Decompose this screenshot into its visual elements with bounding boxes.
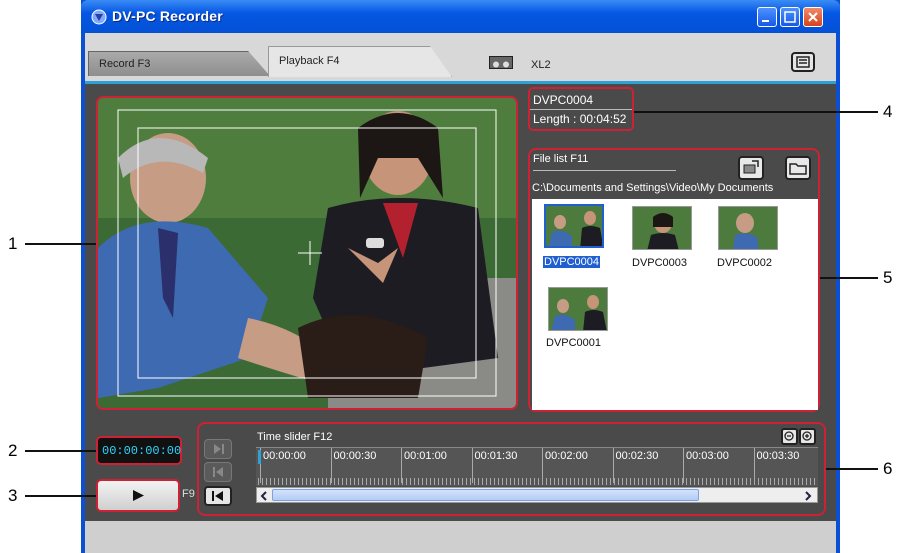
import-button[interactable] [738,156,764,180]
clip-label[interactable]: DVPC0003 [632,257,687,269]
tick-label: 00:00:30 [333,450,377,462]
scrollbar-thumb[interactable] [272,489,699,501]
import-icon [743,160,759,174]
zoom-in-button[interactable] [799,428,816,445]
time-ruler [258,478,818,485]
time-slider-label: Time slider F12 [257,431,333,443]
file-list-path: C:\Documents and Settings\Video\My Docum… [532,182,774,194]
callout-number: 3 [8,486,18,505]
callout-number: 5 [883,268,893,287]
folder-icon [789,163,807,175]
play-shortcut: F9 [182,488,195,500]
video-frame-image [98,98,516,408]
clip-thumbnail[interactable] [632,206,692,250]
tick-label: 00:02:30 [615,450,659,462]
tab-playback[interactable]: Playback F4 [268,46,452,77]
callout-number: 4 [883,102,893,121]
minimize-button[interactable] [757,7,777,27]
callout-line [820,277,878,279]
callout-line [634,111,878,113]
file-list-label: File list F11 [533,153,589,165]
tick-mark [471,448,473,483]
tick-label: 00:00:00 [263,450,306,462]
status-bar [85,521,836,553]
clip-thumbnail[interactable] [544,204,604,248]
maximize-icon [784,11,796,23]
clip-thumbnail[interactable] [718,206,778,250]
clip-label[interactable]: DVPC0001 [546,337,601,349]
device-label: XL2 [531,59,551,71]
clip-label[interactable]: DVPC0004 [543,256,601,268]
tick-mark [753,448,755,483]
clip-label[interactable]: DVPC0002 [717,257,772,269]
tape-icon [489,56,513,69]
maximize-button[interactable] [780,7,800,27]
timecode-value: 00:00:00:00 [102,444,182,458]
list-settings-icon [796,56,810,68]
tick-label: 00:03:00 [686,450,729,462]
callout-line [25,450,96,452]
tick-mark [542,448,543,483]
tick-label: 00:02:00 [545,450,588,462]
app-icon [90,8,108,26]
play-icon [133,490,144,501]
callout-number: 1 [8,234,18,253]
clip-thumbnail[interactable] [548,287,608,331]
video-preview[interactable] [96,96,518,410]
file-list-underline [533,170,676,171]
zoom-out-icon [784,431,794,441]
tick-mark [683,448,684,483]
window-title: DV-PC Recorder [112,8,223,24]
tick-label: 00:03:30 [756,450,800,462]
zoom-in-icon [802,431,812,441]
tick-mark [401,448,402,483]
callout-line [826,468,878,470]
close-icon [808,12,818,22]
playhead[interactable] [258,450,261,464]
play-button[interactable] [96,479,180,512]
settings-button[interactable] [791,52,815,72]
open-folder-button[interactable] [785,156,811,180]
tab-record[interactable]: Record F3 [88,51,270,76]
callout-line [25,243,96,245]
callout-number: 6 [883,459,893,478]
close-button[interactable] [803,7,823,27]
tick-label: 00:01:30 [474,450,518,462]
zoom-out-button[interactable] [781,428,798,445]
scroll-left-icon[interactable] [258,489,270,501]
scroll-right-icon[interactable] [802,489,814,501]
clip-length: Length : 00:04:52 [533,112,627,126]
callout-line [25,495,96,497]
tick-label: 00:01:00 [404,450,447,462]
tick-mark [330,448,332,483]
tick-mark [612,448,614,483]
callout-number: 2 [8,441,18,460]
minimize-icon [762,20,769,22]
clip-name: DVPC0004 [533,93,594,107]
info-divider [530,109,632,110]
timecode-display: 00:00:00:00 [96,436,182,465]
